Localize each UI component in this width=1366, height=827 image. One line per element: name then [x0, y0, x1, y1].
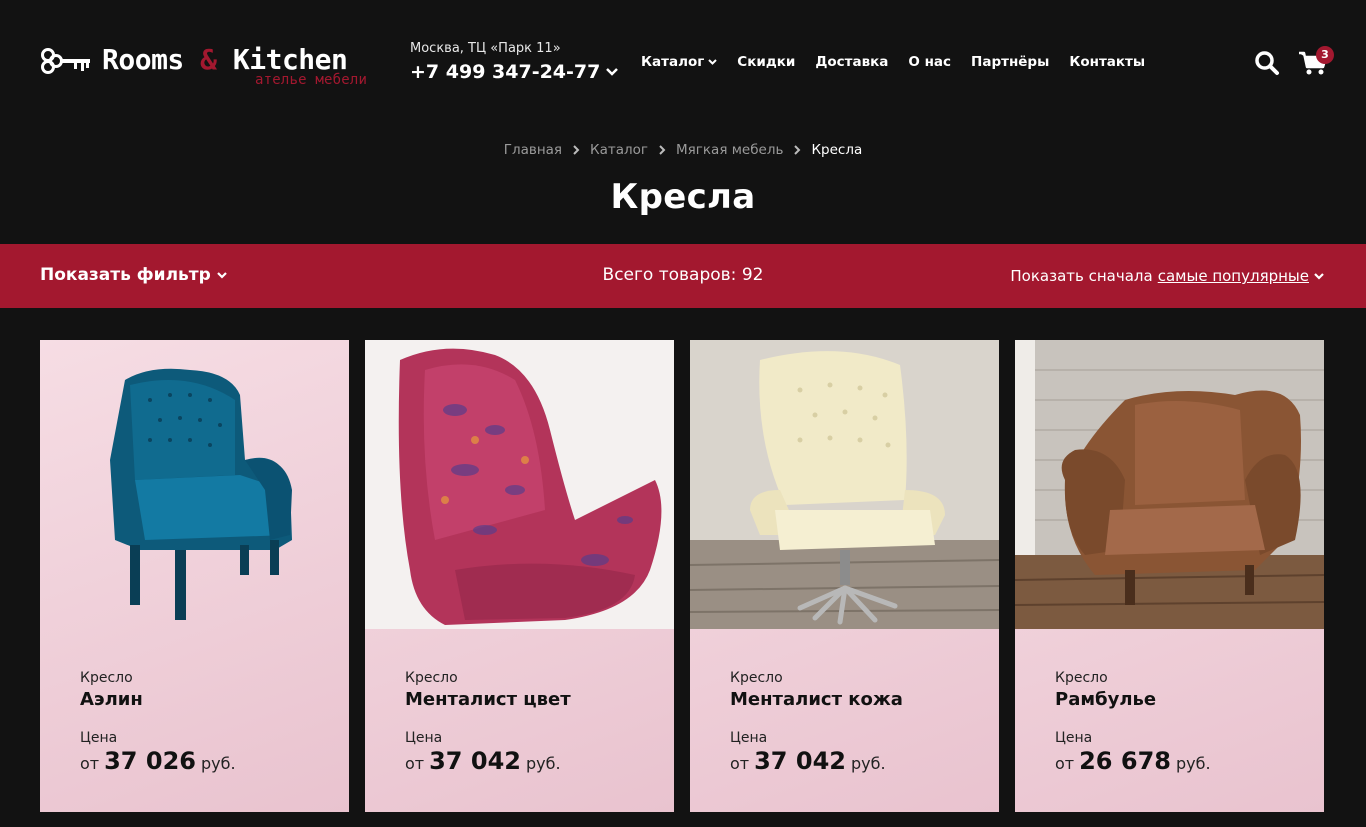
- cart-count-badge: 3: [1316, 46, 1334, 64]
- logo-subtitle: ателье мебели: [255, 72, 368, 88]
- product-image[interactable]: [365, 340, 674, 629]
- store-address: Москва, ТЦ «Парк 11»: [410, 41, 561, 56]
- product-info: Кресло Менталист кожа Цена от 37 042 руб…: [730, 670, 903, 775]
- filter-bar: Показать фильтр Всего товаров: 92 Показа…: [0, 244, 1366, 308]
- product-name[interactable]: Аэлин: [80, 689, 236, 710]
- nav-delivery[interactable]: Доставка: [815, 54, 888, 70]
- sort-dropdown[interactable]: самые популярные: [1158, 267, 1309, 285]
- sort-control: Показать сначала самые популярные: [1010, 267, 1324, 285]
- product-grid: Кресло Аэлин Цена от 37 026 руб. Кресло …: [40, 340, 1324, 812]
- price-value: 37 042: [429, 747, 521, 775]
- nav-about[interactable]: О нас: [908, 54, 951, 70]
- product-info: Кресло Менталист цвет Цена от 37 042 руб…: [405, 670, 571, 775]
- price-currency: руб.: [200, 754, 236, 773]
- search-icon[interactable]: [1254, 50, 1280, 76]
- breadcrumb: Главная Каталог Мягкая мебель Кресла: [0, 142, 1366, 158]
- breadcrumb-upholstered[interactable]: Мягкая мебель: [676, 142, 783, 158]
- price-prefix: от: [80, 754, 100, 773]
- product-image[interactable]: [1015, 340, 1324, 629]
- site-header: Rooms & Kitchen ателье мебели Москва, ТЦ…: [0, 0, 1366, 125]
- product-name[interactable]: Менталист цвет: [405, 689, 571, 710]
- product-card[interactable]: Кресло Менталист кожа Цена от 37 042 руб…: [690, 340, 999, 812]
- chevron-right-icon: [794, 145, 801, 155]
- product-card[interactable]: Кресло Менталист цвет Цена от 37 042 руб…: [365, 340, 674, 812]
- page-title: Кресла: [610, 177, 756, 217]
- chevron-down-icon: [708, 59, 718, 65]
- nav-contacts[interactable]: Контакты: [1069, 54, 1145, 70]
- price-value: 37 026: [104, 747, 196, 775]
- product-card[interactable]: Кресло Рамбулье Цена от 26 678 руб.: [1015, 340, 1324, 812]
- price-label: Цена: [80, 730, 118, 746]
- price-label: Цена: [405, 730, 443, 746]
- logo-word-rooms: Rooms: [102, 43, 184, 76]
- product-type: Кресло: [1055, 670, 1108, 686]
- product-info: Кресло Рамбулье Цена от 26 678 руб.: [1055, 670, 1211, 775]
- contact-block: Москва, ТЦ «Парк 11» +7 499 347-24-77: [410, 40, 619, 83]
- product-card[interactable]: Кресло Аэлин Цена от 37 026 руб.: [40, 340, 349, 812]
- chevron-right-icon: [573, 145, 580, 155]
- product-info: Кресло Аэлин Цена от 37 026 руб.: [80, 670, 236, 775]
- chevron-down-icon: [606, 68, 619, 76]
- product-name[interactable]: Менталист кожа: [730, 689, 903, 710]
- nav-catalog[interactable]: Каталог: [641, 54, 718, 70]
- price-label: Цена: [1055, 730, 1093, 746]
- products-total-label: Всего товаров: 92: [602, 265, 764, 285]
- nav-catalog-label[interactable]: Каталог: [641, 54, 704, 70]
- nav-partners[interactable]: Партнёры: [971, 54, 1049, 70]
- phone-number[interactable]: +7 499 347-24-77: [410, 61, 600, 83]
- product-image[interactable]: [690, 340, 999, 629]
- product-name[interactable]: Рамбулье: [1055, 689, 1211, 710]
- product-price: от 37 042 руб.: [730, 747, 903, 775]
- site-logo[interactable]: Rooms & Kitchen ателье мебели: [40, 44, 375, 90]
- price-currency: руб.: [1175, 754, 1211, 773]
- price-value: 37 042: [754, 747, 846, 775]
- chevron-down-icon: [217, 271, 227, 279]
- nav-discounts[interactable]: Скидки: [737, 54, 795, 70]
- breadcrumb-current: Кресла: [811, 142, 863, 158]
- sort-prefix: Показать сначала: [1010, 267, 1153, 285]
- price-prefix: от: [405, 754, 425, 773]
- show-filter-button[interactable]: Показать фильтр: [40, 265, 227, 285]
- chevron-down-icon[interactable]: [1314, 272, 1324, 280]
- price-value: 26 678: [1079, 747, 1171, 775]
- product-price: от 26 678 руб.: [1055, 747, 1211, 775]
- product-price: от 37 042 руб.: [405, 747, 571, 775]
- product-type: Кресло: [80, 670, 133, 686]
- product-price: от 37 026 руб.: [80, 747, 236, 775]
- phone-dropdown[interactable]: +7 499 347-24-77: [410, 61, 619, 83]
- main-nav: Каталог Скидки Доставка О нас Партнёры К…: [641, 54, 1145, 70]
- breadcrumb-catalog[interactable]: Каталог: [590, 142, 648, 158]
- product-image[interactable]: [40, 340, 349, 629]
- chevron-right-icon: [659, 145, 666, 155]
- product-type: Кресло: [405, 670, 458, 686]
- show-filter-label[interactable]: Показать фильтр: [40, 265, 211, 285]
- price-prefix: от: [1055, 754, 1075, 773]
- price-label: Цена: [730, 730, 768, 746]
- logo-ampersand: &: [200, 43, 217, 76]
- breadcrumb-home[interactable]: Главная: [504, 142, 562, 158]
- price-prefix: от: [730, 754, 750, 773]
- product-type: Кресло: [730, 670, 783, 686]
- price-currency: руб.: [850, 754, 886, 773]
- price-currency: руб.: [525, 754, 561, 773]
- key-icon: [41, 48, 90, 74]
